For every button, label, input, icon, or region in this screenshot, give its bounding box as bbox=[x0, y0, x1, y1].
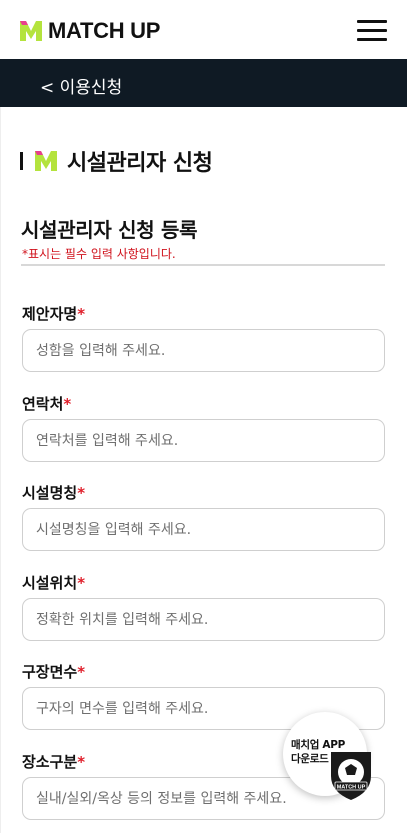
sub-navigation-bar: < 이용신청 bbox=[0, 59, 407, 107]
section-title: 시설관리자 신청 bbox=[20, 146, 213, 176]
top-header: MATCH UP bbox=[0, 0, 407, 59]
facility-location-label: 시설위치* bbox=[22, 574, 86, 592]
field-count-label: 구장면수* bbox=[22, 663, 86, 681]
match-up-logo-icon bbox=[35, 151, 57, 171]
form-divider bbox=[21, 264, 385, 266]
match-up-logo-icon bbox=[20, 21, 42, 41]
brand-name: MATCH UP bbox=[48, 18, 161, 43]
back-link-apply[interactable]: < 이용신청 bbox=[40, 73, 122, 98]
form-heading: 시설관리자 신청 등록 bbox=[21, 218, 198, 242]
contact-input[interactable] bbox=[22, 419, 385, 462]
proposer-name-input[interactable] bbox=[22, 329, 385, 372]
svg-text:MATCH UP: MATCH UP bbox=[337, 785, 366, 791]
brand-logo[interactable]: MATCH UP bbox=[18, 18, 160, 44]
required-note: *표시는 필수 입력 사항입니다. bbox=[22, 247, 176, 261]
app-download-badge[interactable]: 매치업 APP 다운로드 MATCH UP bbox=[283, 712, 379, 808]
title-accent-bar bbox=[20, 152, 23, 170]
soccer-ball-shield-icon: MATCH UP bbox=[331, 752, 371, 800]
facility-name-input[interactable] bbox=[22, 508, 385, 551]
page-title: 시설관리자 신청 bbox=[67, 151, 213, 176]
facility-location-input[interactable] bbox=[22, 598, 385, 641]
facility-name-label: 시설명칭* bbox=[22, 484, 86, 502]
place-type-label: 장소구분* bbox=[22, 753, 86, 771]
proposer-name-label: 제안자명* bbox=[22, 305, 86, 323]
contact-label: 연락처* bbox=[22, 395, 72, 413]
hamburger-menu-icon[interactable] bbox=[357, 20, 389, 42]
